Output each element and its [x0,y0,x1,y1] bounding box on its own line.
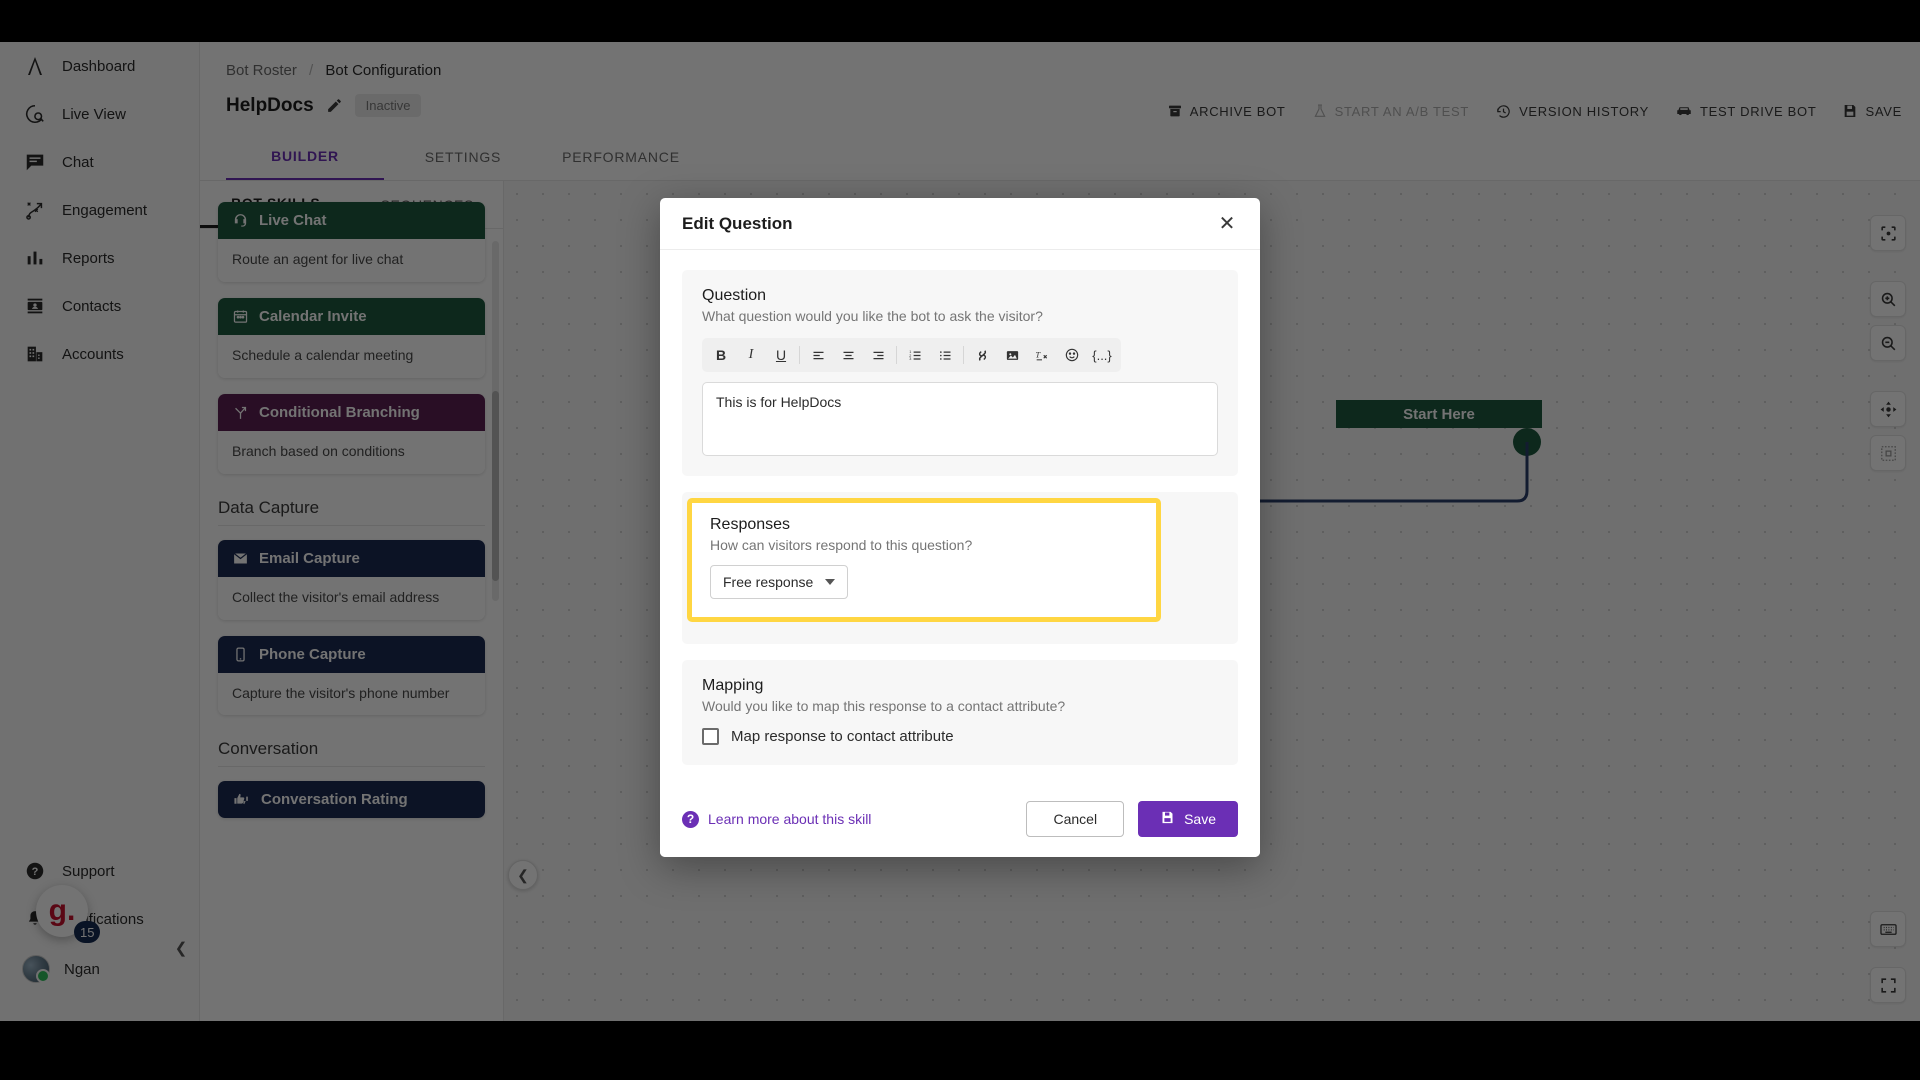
question-heading: Question [702,287,767,304]
responses-subtext: How can visitors respond to this questio… [710,537,973,553]
modal-title: Edit Question [682,213,793,233]
image-icon[interactable] [997,342,1027,368]
response-type-select[interactable]: Free response [710,565,849,599]
cancel-button[interactable]: Cancel [1026,801,1125,837]
save-label: Save [1184,811,1216,827]
floppy-icon [1160,810,1175,828]
modal-buttons: Cancel Save [1026,801,1238,837]
align-right-icon[interactable] [863,342,893,368]
letterbox-bottom [0,1021,1920,1080]
mapping-subtext: Would you like to map this response to a… [702,698,1066,714]
question-input[interactable]: This is for HelpDocs [702,382,1218,456]
responses-section: Responses How can visitors respond to th… [682,492,1238,644]
align-center-icon[interactable] [833,342,863,368]
svg-text:3: 3 [909,357,911,361]
toolbar-divider [896,346,897,364]
map-response-checkbox-row[interactable]: Map response to contact attribute [702,728,1218,745]
italic-icon[interactable]: I [736,342,766,368]
map-response-checkbox[interactable] [702,728,719,745]
edit-question-modal: Edit Question ✕ Question What question w… [660,198,1260,857]
ordered-list-icon[interactable]: 123 [900,342,930,368]
close-icon[interactable]: ✕ [1216,213,1238,235]
svg-text:T: T [1035,350,1041,360]
bullet-list-icon[interactable] [930,342,960,368]
variable-icon[interactable]: {...} [1087,342,1117,368]
response-type-value: Free response [723,574,814,590]
save-button[interactable]: Save [1138,801,1238,837]
rich-text-toolbar: B I U 123 T {...} [702,338,1121,372]
align-left-icon[interactable] [803,342,833,368]
learn-more-link[interactable]: ? Learn more about this skill [682,810,872,828]
clear-format-icon[interactable]: T [1027,342,1057,368]
link-icon[interactable] [967,342,997,368]
toolbar-divider [799,346,800,364]
underline-icon[interactable]: U [766,342,796,368]
modal-footer: ? Learn more about this skill Cancel Sav… [660,787,1260,857]
app-root: Dashboard Live View Chat Enga [0,0,1920,1080]
modal-body: Question What question would you like th… [660,250,1260,787]
learn-more-label: Learn more about this skill [708,811,872,827]
responses-highlight: Responses How can visitors respond to th… [687,498,1161,622]
question-subtext: What question would you like the bot to … [702,308,1043,324]
help-icon: ? [682,810,699,828]
chevron-down-icon [825,579,836,585]
toolbar-divider [963,346,964,364]
letterbox-top [0,0,1920,42]
mapping-section: Mapping Would you like to map this respo… [682,660,1238,765]
modal-header: Edit Question ✕ [660,198,1260,250]
bold-icon[interactable]: B [706,342,736,368]
map-response-label: Map response to contact attribute [731,728,954,745]
mapping-heading: Mapping [702,677,764,694]
responses-heading: Responses [710,516,791,533]
question-section: Question What question would you like th… [682,270,1238,476]
emoji-icon[interactable] [1057,342,1087,368]
